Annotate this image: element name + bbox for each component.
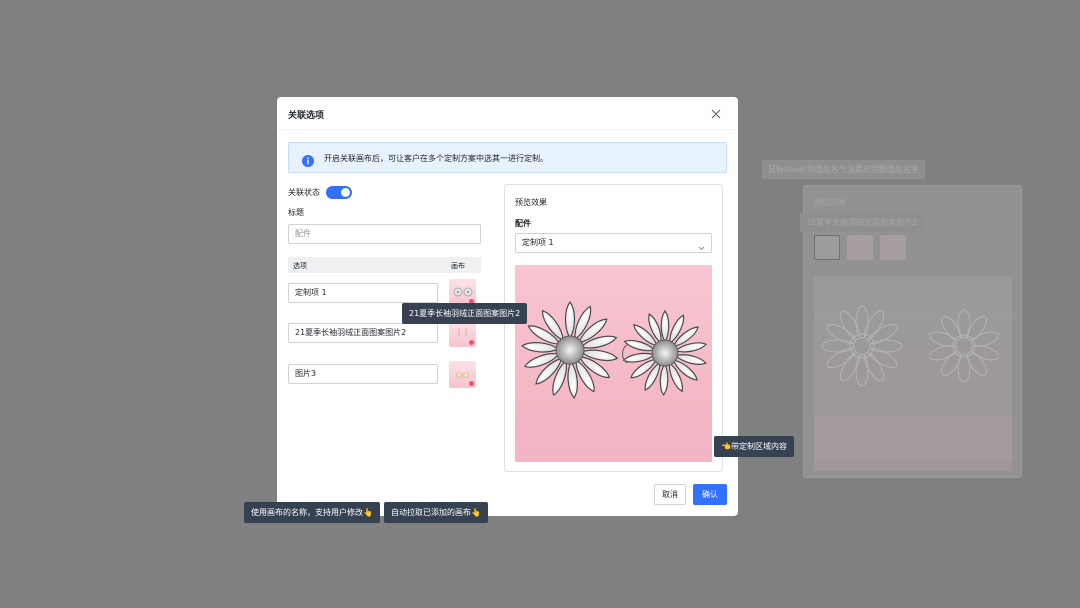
background-preview-panel: 预览效果 21夏季长袖羽绒正面图案图片2: [800, 185, 1022, 478]
option-column-header: 选项: [293, 262, 307, 270]
preview-panel: 预览效果 配件 定制项 1: [504, 184, 723, 472]
custom-area-annotation: 👈带定制区域内容: [714, 436, 794, 457]
preview-field-label: 配件: [515, 219, 531, 228]
modal-header: 关联选项: [277, 97, 738, 130]
title-label: 标题: [288, 208, 304, 217]
toggle-knob: [341, 188, 350, 197]
background-preview-title: 预览效果: [814, 198, 846, 207]
background-thumb-2: [847, 235, 873, 260]
background-thumb-1: [814, 235, 840, 260]
option-name-input[interactable]: 21夏季长袖羽绒正面图案图片2: [288, 323, 438, 343]
auto-fetch-annotation: 自动拉取已添加的画布👆: [384, 502, 488, 523]
preview-image: [515, 265, 712, 462]
close-icon[interactable]: [708, 106, 724, 122]
option-select-value: 定制项 1: [522, 238, 554, 247]
canvas-name-tooltip: 21夏季长袖羽绒正面图案图片2: [402, 303, 528, 324]
canvas-thumbnail[interactable]: [449, 279, 476, 306]
title-input[interactable]: 配件: [288, 224, 481, 244]
hover-hint-label: 鼠标hover到图层名气泡提示完整图层名字: [762, 160, 925, 179]
background-tooltip: 21夏季长袖羽绒正面图案图片2: [800, 213, 924, 232]
options-table-header: 选项 画布: [288, 257, 481, 273]
canvas-status-dot: [469, 381, 474, 386]
canvas-status-dot: [469, 340, 474, 345]
confirm-button[interactable]: 确认: [693, 484, 727, 505]
background-preview-image: [814, 276, 1012, 471]
link-status-label: 关联状态: [288, 188, 320, 197]
option-name-input[interactable]: 定制项 1: [288, 283, 438, 303]
chevron-down-icon: [698, 240, 705, 258]
canvas-column-header: 画布: [451, 262, 465, 270]
preview-title: 预览效果: [515, 198, 547, 207]
cancel-button[interactable]: 取消: [654, 484, 686, 505]
link-status-toggle[interactable]: [326, 186, 352, 199]
info-text: 开启关联画布后，可让客户在多个定制方案中选其一进行定制。: [324, 154, 548, 163]
info-icon: [302, 152, 314, 167]
name-hint-annotation: 使用画布的名称，支持用户修改👆: [244, 502, 380, 523]
option-select[interactable]: 定制项 1: [515, 233, 712, 253]
canvas-thumbnail[interactable]: [449, 361, 476, 388]
background-thumb-3: [880, 235, 906, 260]
canvas-thumbnail[interactable]: [449, 320, 476, 347]
option-name-input[interactable]: 图片3: [288, 364, 438, 384]
info-banner: 开启关联画布后，可让客户在多个定制方案中选其一进行定制。: [288, 142, 727, 173]
modal-title: 关联选项: [288, 111, 325, 121]
